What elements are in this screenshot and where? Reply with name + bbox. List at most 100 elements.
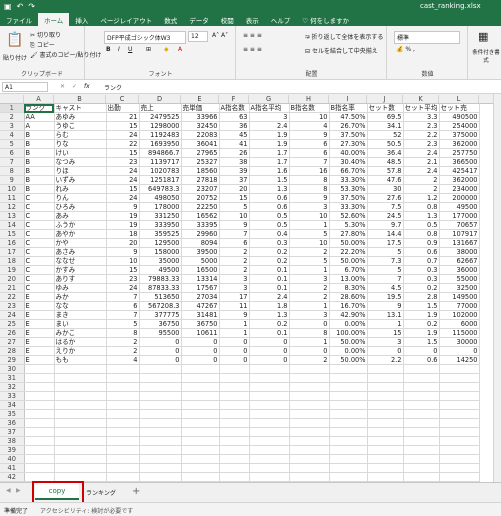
cell[interactable]: 17567 [181, 283, 220, 294]
cell[interactable]: 77000 [439, 301, 480, 312]
cell[interactable]: 1 [289, 265, 330, 276]
row-header[interactable]: 1 [0, 104, 25, 114]
cell[interactable]: 30000 [439, 337, 480, 348]
cell[interactable]: 9 [106, 247, 140, 258]
cell[interactable] [181, 364, 220, 375]
cell[interactable]: 1.9 [249, 139, 290, 150]
cell[interactable]: 22083 [181, 130, 220, 141]
cell[interactable]: 7.3 [367, 256, 404, 267]
cell[interactable]: 45 [219, 130, 250, 141]
row-header[interactable]: 32 [0, 382, 25, 393]
merge-center-button[interactable]: ⊟ セルを結合して中央揃え [305, 46, 378, 55]
cell[interactable]: 4 [106, 355, 140, 366]
cell[interactable]: E [24, 319, 55, 330]
cell[interactable] [24, 373, 55, 384]
cell[interactable]: 2 [289, 247, 330, 258]
cell[interactable]: 10 [289, 112, 330, 123]
cell[interactable] [249, 445, 290, 456]
cell[interactable] [329, 445, 368, 456]
cell[interactable]: 2479525 [139, 112, 182, 123]
cell[interactable]: 14.4 [367, 229, 404, 240]
cell[interactable]: 87833.33 [139, 283, 182, 294]
cell[interactable]: 37.50% [329, 130, 368, 141]
bold-button[interactable]: B [106, 46, 111, 53]
tab-7[interactable]: 表示 [240, 13, 265, 26]
row-header[interactable]: 3 [0, 121, 25, 132]
cell[interactable]: 30.40% [329, 157, 368, 168]
cell[interactable]: 6 [219, 238, 250, 249]
cell[interactable] [367, 418, 404, 429]
cell[interactable]: 50.00% [329, 355, 368, 366]
tab-0[interactable]: ファイル [0, 13, 38, 26]
cell[interactable]: 0.5 [249, 220, 290, 231]
cell[interactable]: 出勤 [106, 104, 140, 114]
cell[interactable] [439, 418, 480, 429]
cell[interactable] [249, 409, 290, 420]
cell[interactable]: 0.4 [249, 229, 290, 240]
cell[interactable]: 1.7 [249, 157, 290, 168]
cell[interactable] [289, 427, 330, 438]
cell[interactable]: 66.70% [329, 166, 368, 177]
cell[interactable] [249, 427, 290, 438]
enter-icon[interactable]: ✓ [72, 83, 77, 90]
cell[interactable]: 53.30% [329, 184, 368, 195]
cell[interactable] [139, 418, 182, 429]
worksheet-grid[interactable]: 1 ランク キャスト 出勤 売上 売単価 A指名数 A指名平均 B指名数 B指名率 セット数 セット平… [0, 104, 493, 482]
cell[interactable]: 3 [289, 274, 330, 285]
cell[interactable] [106, 445, 140, 456]
cell[interactable]: 22250 [181, 202, 220, 213]
cell[interactable]: 16562 [181, 211, 220, 222]
cell[interactable]: 9 [219, 220, 250, 231]
cell[interactable]: 52.60% [329, 211, 368, 222]
cell[interactable] [106, 364, 140, 375]
cell[interactable] [289, 364, 330, 375]
cell[interactable] [24, 400, 55, 411]
cell[interactable]: 8 [106, 328, 140, 339]
cell[interactable]: 62667 [439, 256, 480, 267]
font-name-select[interactable]: DFP平成ゴシック体W3 [104, 31, 186, 44]
cell[interactable]: 1693950 [139, 139, 182, 150]
cell[interactable] [403, 409, 440, 420]
paste-button[interactable]: 貼り付け [3, 53, 27, 62]
cell[interactable] [403, 436, 440, 447]
tab-3[interactable]: ページレイアウト [94, 13, 158, 26]
cell[interactable]: 425417 [439, 166, 480, 177]
cell[interactable]: 38000 [439, 247, 480, 258]
cell[interactable] [289, 373, 330, 384]
cell[interactable]: C [24, 202, 55, 213]
cell[interactable]: 6000 [439, 319, 480, 330]
cell[interactable] [403, 382, 440, 393]
cell[interactable]: 3.3 [403, 112, 440, 123]
cell[interactable]: もも [54, 355, 107, 366]
cell[interactable]: E [24, 328, 55, 339]
cell[interactable]: 33395 [181, 220, 220, 231]
cell[interactable]: 2.4 [249, 121, 290, 132]
cell[interactable] [367, 400, 404, 411]
cell[interactable]: 30 [367, 184, 404, 195]
column-header[interactable]: J [367, 95, 403, 103]
cell[interactable]: 24 [106, 283, 140, 294]
cell[interactable] [219, 454, 250, 465]
cell[interactable]: E [24, 292, 55, 303]
cell[interactable] [106, 373, 140, 384]
cell[interactable] [403, 472, 440, 482]
cell[interactable] [24, 463, 55, 474]
cell[interactable] [439, 427, 480, 438]
cell[interactable]: C [24, 238, 55, 249]
cell[interactable]: 24 [106, 166, 140, 177]
cell[interactable]: 0.7 [403, 256, 440, 267]
cell[interactable] [249, 454, 290, 465]
column-header[interactable]: A [24, 95, 54, 103]
cell[interactable] [181, 400, 220, 411]
cell[interactable]: 1251817 [139, 175, 182, 186]
cell[interactable]: 42.90% [329, 310, 368, 321]
cell[interactable] [181, 418, 220, 429]
scroll-right-icon[interactable]: ▶ [16, 487, 21, 494]
cell[interactable]: 15 [106, 265, 140, 276]
tab-6[interactable]: 校閲 [215, 13, 240, 26]
cell[interactable]: 8094 [181, 238, 220, 249]
cell[interactable]: 0 [181, 355, 220, 366]
cell[interactable]: 5 [367, 247, 404, 258]
row-header[interactable]: 42 [0, 472, 25, 482]
cell[interactable]: 2 [106, 346, 140, 357]
